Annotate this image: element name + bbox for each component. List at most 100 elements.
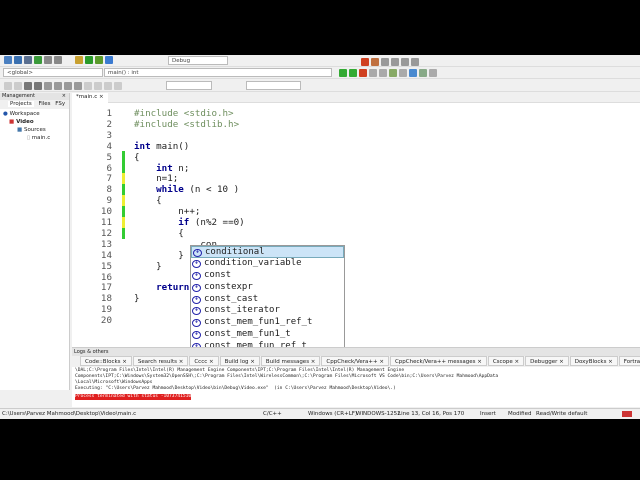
search-text-input[interactable] — [166, 81, 212, 90]
code-line[interactable]: int main() — [134, 141, 189, 152]
autocomplete-item[interactable]: + const_mem_fun1_ref_t — [191, 317, 344, 329]
logs-tab[interactable]: Fortran info × — [618, 356, 640, 366]
open-icon[interactable] — [14, 56, 22, 64]
code-line[interactable]: } — [134, 261, 162, 272]
run-to-cursor-icon[interactable] — [371, 58, 379, 66]
tab-files[interactable]: Files — [35, 101, 53, 107]
tree-folder[interactable]: ■ Sources — [3, 126, 66, 134]
logs-tab[interactable]: Code::Blocks × — [80, 356, 132, 366]
autocomplete-item[interactable]: + const — [191, 270, 344, 282]
autocomplete-item[interactable]: + const_iterator — [191, 305, 344, 317]
block-icon[interactable] — [54, 82, 62, 90]
autocomplete-item[interactable]: + constexpr — [191, 282, 344, 294]
code-line[interactable]: while (n < 10 ) — [134, 184, 239, 195]
logs-tab[interactable]: Build log × — [219, 356, 260, 366]
copy-icon[interactable] — [54, 56, 62, 64]
editor-tab-main[interactable]: *main.c × — [72, 93, 108, 103]
autocomplete-item-label: const_iterator — [204, 305, 280, 316]
code-line[interactable]: } — [134, 250, 184, 261]
keyword: int — [134, 140, 151, 152]
rebuild-icon[interactable] — [105, 56, 113, 64]
run-icon[interactable] — [85, 56, 93, 64]
loop-icon[interactable] — [74, 82, 82, 90]
cut-icon[interactable] — [44, 56, 52, 64]
tab-fsymbols[interactable]: FSy — [55, 101, 65, 107]
search-toolbar — [0, 79, 640, 92]
editor-tab-close[interactable]: × — [99, 94, 104, 100]
if-icon[interactable] — [64, 82, 72, 90]
code-line[interactable]: } — [134, 293, 140, 304]
logs-tab[interactable]: DoxyBlocks × — [569, 356, 618, 366]
function-select[interactable]: main() : int — [104, 68, 332, 77]
line-number: 4 — [106, 140, 112, 152]
autocomplete-item[interactable]: + conditional — [191, 246, 344, 258]
tree-workspace[interactable]: ● Workspace — [3, 110, 66, 118]
stop-debug-icon[interactable] — [411, 58, 419, 66]
line-number: 17 — [100, 282, 112, 294]
code-line[interactable]: { — [134, 228, 184, 239]
code-line[interactable]: #include <stdio.h> — [134, 108, 234, 119]
back-icon[interactable] — [339, 69, 347, 77]
code-line[interactable]: { — [134, 195, 162, 206]
rect-icon[interactable] — [14, 82, 22, 90]
search-regex-input[interactable] — [246, 81, 301, 90]
build-icon[interactable] — [75, 56, 83, 64]
autocomplete-item[interactable]: + condition_variable — [191, 258, 344, 270]
file-icon: ▯ — [27, 135, 31, 141]
breakpoint-icon[interactable] — [429, 69, 437, 77]
logs-tab[interactable]: Debugger × — [525, 356, 569, 366]
save-icon[interactable] — [24, 56, 32, 64]
logs-tab[interactable]: Cccc × — [189, 356, 219, 366]
logs-tab[interactable]: Cscope × — [487, 356, 525, 366]
prev-bookmark-icon[interactable] — [369, 69, 377, 77]
status-eol: Windows (CR+LF) — [308, 411, 358, 417]
management-close-button[interactable]: × — [62, 93, 66, 100]
new-file-icon[interactable] — [4, 56, 12, 64]
cmd-icon[interactable] — [44, 82, 52, 90]
zoom-in-icon[interactable] — [24, 82, 32, 90]
code-line[interactable]: int n; — [134, 163, 189, 174]
next-bookmark-icon[interactable] — [379, 69, 387, 77]
code-line[interactable]: n=1; — [134, 173, 178, 184]
zoom-icon[interactable] — [84, 82, 92, 90]
code-line[interactable]: n++; — [134, 206, 200, 217]
class-icon: + — [192, 259, 201, 268]
scope-value: <global> — [7, 70, 33, 76]
code-line[interactable]: return — [134, 282, 189, 293]
s-icon[interactable] — [104, 82, 112, 90]
doxy-extract-icon[interactable] — [419, 69, 427, 77]
autocomplete-item[interactable]: + const_cast — [191, 294, 344, 306]
build-target-select[interactable]: Debug — [168, 56, 228, 65]
select-icon[interactable] — [4, 82, 12, 90]
tree-project[interactable]: ■ Video — [3, 118, 66, 126]
logs-tab-label: Build log — [224, 359, 249, 365]
forward-icon[interactable] — [349, 69, 357, 77]
debug-icon[interactable] — [361, 58, 369, 66]
tree-file[interactable]: ▯ main.c — [3, 134, 66, 142]
zoom-out-icon[interactable] — [34, 82, 42, 90]
doxy-icon[interactable] — [409, 69, 417, 77]
comment-icon[interactable] — [399, 69, 407, 77]
zoom2-icon[interactable] — [94, 82, 102, 90]
c-icon[interactable] — [114, 82, 122, 90]
bookmark-icon[interactable] — [359, 69, 367, 77]
code-line[interactable]: { — [134, 152, 140, 163]
next-line-icon[interactable] — [381, 58, 389, 66]
status-profile: default — [568, 411, 588, 417]
undo-icon[interactable] — [34, 56, 42, 64]
tab-projects[interactable]: Projects — [8, 101, 34, 107]
step-out-icon[interactable] — [401, 58, 409, 66]
autocomplete-item[interactable]: + const_mem_fun1_t — [191, 329, 344, 341]
logs-tab[interactable]: CppCheck/Vera++ messages × — [389, 356, 487, 366]
scope-select[interactable]: <global> — [3, 68, 103, 77]
main-toolbar: Debug — [0, 55, 640, 67]
code-line[interactable]: #include <stdlib.h> — [134, 119, 239, 130]
autocomplete-item-label: const_mem_fun1_ref_t — [204, 317, 313, 328]
logs-tab[interactable]: Build messages × — [260, 356, 321, 366]
step-into-icon[interactable] — [391, 58, 399, 66]
logs-tab[interactable]: Search results × — [132, 356, 189, 366]
build-run-icon[interactable] — [95, 56, 103, 64]
logs-tab[interactable]: CppCheck/Vera++ × — [321, 356, 389, 366]
code-line[interactable]: if (n%2 ==0) — [134, 217, 244, 228]
jump-icon[interactable] — [389, 69, 397, 77]
